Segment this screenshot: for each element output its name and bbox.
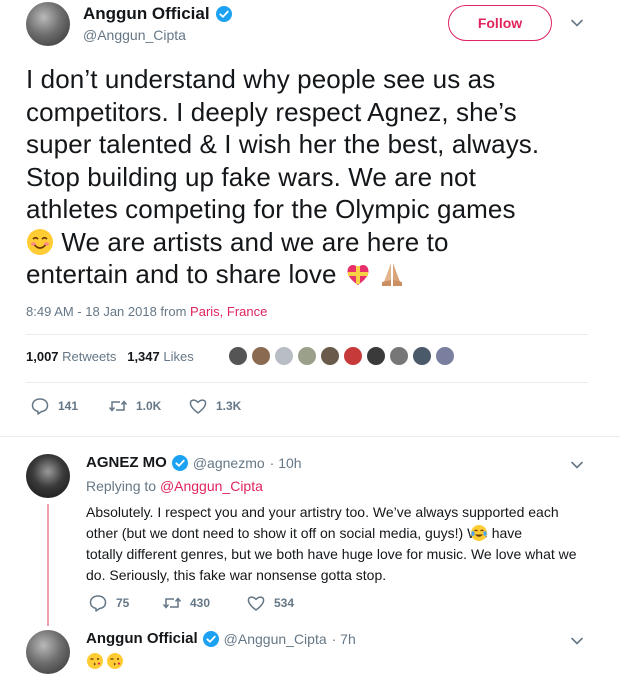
reply-emojis bbox=[86, 652, 124, 670]
retweet-action[interactable]: 1.0K bbox=[108, 396, 161, 416]
chevron-down-icon[interactable] bbox=[570, 634, 584, 648]
reply-author-handle[interactable]: @agnezmo bbox=[193, 455, 265, 471]
like-count: 534 bbox=[274, 596, 295, 610]
likes-stat[interactable]: 1,347 Likes bbox=[127, 349, 194, 364]
reply-action[interactable]: 141 bbox=[30, 396, 78, 416]
chevron-down-icon[interactable] bbox=[570, 16, 584, 30]
liker-avatars bbox=[228, 346, 455, 366]
kissing-face-emoji-icon bbox=[107, 653, 123, 669]
reply-time[interactable]: · 10h bbox=[270, 455, 302, 471]
heart-with-ribbon-emoji-icon bbox=[347, 264, 369, 285]
timestamp-text: 8:49 AM - 18 Jan 2018 from bbox=[26, 304, 191, 319]
smiling-face-emoji-icon bbox=[27, 228, 53, 255]
liker-avatar[interactable] bbox=[251, 346, 271, 366]
reply-icon bbox=[31, 398, 49, 415]
reply-text-line: totally different genres, but we both ha… bbox=[86, 546, 577, 562]
kissing-face-emoji-icon bbox=[87, 653, 103, 669]
retweet-count: 430 bbox=[190, 596, 211, 610]
tweet-text-line: We are artists and we are here to bbox=[54, 226, 449, 257]
reply-time[interactable]: · 7h bbox=[332, 631, 356, 647]
tears-of-joy-emoji-icon bbox=[471, 525, 487, 541]
replying-to-link[interactable]: @Anggun_Cipta bbox=[160, 478, 263, 494]
liker-avatar[interactable] bbox=[274, 346, 294, 366]
author-avatar[interactable] bbox=[26, 2, 70, 46]
verified-badge-icon bbox=[202, 630, 219, 647]
reply-text: Absolutely. I respect you and your artis… bbox=[86, 502, 606, 586]
heart-icon bbox=[189, 399, 207, 414]
liker-avatar[interactable] bbox=[389, 346, 409, 366]
reply-count: 75 bbox=[116, 596, 130, 610]
likes-label: Likes bbox=[163, 349, 194, 364]
heart-icon bbox=[247, 596, 265, 611]
liker-avatar[interactable] bbox=[412, 346, 432, 366]
retweet-count: 1.0K bbox=[136, 399, 162, 413]
retweets-count: 1,007 bbox=[26, 349, 59, 364]
like-action[interactable]: 534 bbox=[246, 593, 294, 613]
verified-badge-icon bbox=[171, 454, 188, 471]
reply-author-avatar[interactable] bbox=[26, 454, 70, 498]
liker-avatar[interactable] bbox=[320, 346, 340, 366]
retweet-action[interactable]: 430 bbox=[162, 593, 210, 613]
tweet-text-line: I don’t understand why people see us as bbox=[26, 64, 496, 94]
location-link[interactable]: Paris, France bbox=[190, 304, 267, 319]
reply-text-line: do. Seriously, this fake war nonsense go… bbox=[86, 567, 387, 583]
like-count: 1.3K bbox=[216, 399, 242, 413]
liker-avatar[interactable] bbox=[343, 346, 363, 366]
reply-author-name[interactable]: Anggun Official bbox=[86, 630, 198, 647]
liker-avatar[interactable] bbox=[366, 346, 386, 366]
retweets-stat[interactable]: 1,007 Retweets bbox=[26, 349, 116, 364]
author-name[interactable]: Anggun Official bbox=[83, 4, 210, 24]
reply-author-name[interactable]: AGNEZ MO bbox=[86, 454, 167, 471]
tweet-text: I don’t understand why people see us as … bbox=[26, 63, 606, 291]
retweets-label: Retweets bbox=[62, 349, 117, 364]
verified-badge-icon bbox=[215, 6, 232, 22]
tweet-text-line-with-emoji: We are artists and we are here to bbox=[26, 226, 606, 259]
tweet-text-line: athletes competing for the Olympic games bbox=[26, 194, 516, 224]
tweet-text-line: entertain and to share love bbox=[26, 259, 344, 289]
divider bbox=[26, 334, 588, 335]
tweet-text-line-with-emoji: entertain and to share love bbox=[26, 258, 606, 291]
like-action[interactable]: 1.3K bbox=[188, 396, 241, 416]
reply-author-handle[interactable]: @Anggun_Cipta bbox=[224, 631, 327, 647]
replying-prefix: Replying to bbox=[86, 478, 160, 494]
chevron-down-icon[interactable] bbox=[570, 458, 584, 472]
reply-count: 141 bbox=[58, 399, 79, 413]
retweet-icon bbox=[162, 597, 182, 609]
folded-hands-emoji-icon bbox=[381, 263, 402, 286]
reply-action[interactable]: 75 bbox=[88, 593, 129, 613]
tweet-text-line: Stop building up fake wars. We are not bbox=[26, 161, 476, 192]
reply-author-avatar[interactable] bbox=[26, 630, 70, 674]
follow-button[interactable]: Follow bbox=[448, 5, 552, 41]
tweet-text-line: competitors. I deeply respect Agnez, she… bbox=[26, 96, 517, 127]
reply-text-line: Absolutely. I respect you and your artis… bbox=[86, 504, 559, 520]
reply-text-line-with-emoji: other (but we dont need to show it off o… bbox=[86, 523, 606, 544]
divider bbox=[0, 436, 620, 437]
reply-icon bbox=[89, 595, 107, 612]
retweet-icon bbox=[108, 400, 128, 412]
tweet-text-line: super talented & I wish her the best, al… bbox=[26, 129, 540, 159]
likes-count: 1,347 bbox=[127, 349, 160, 364]
replying-to: Replying to @Anggun_Cipta bbox=[86, 478, 263, 494]
author-handle[interactable]: @Anggun_Cipta bbox=[83, 27, 186, 43]
divider bbox=[26, 382, 588, 383]
reply-text-line: other (but we dont need to show it off o… bbox=[86, 525, 523, 541]
liker-avatar[interactable] bbox=[435, 346, 455, 366]
tweet-stats: 1,007 Retweets 1,347 Likes bbox=[26, 349, 194, 364]
liker-avatar[interactable] bbox=[297, 346, 317, 366]
liker-avatar[interactable] bbox=[228, 346, 248, 366]
tweet-timestamp[interactable]: 8:49 AM - 18 Jan 2018 from Paris, France bbox=[26, 304, 267, 319]
thread-line bbox=[47, 504, 49, 626]
